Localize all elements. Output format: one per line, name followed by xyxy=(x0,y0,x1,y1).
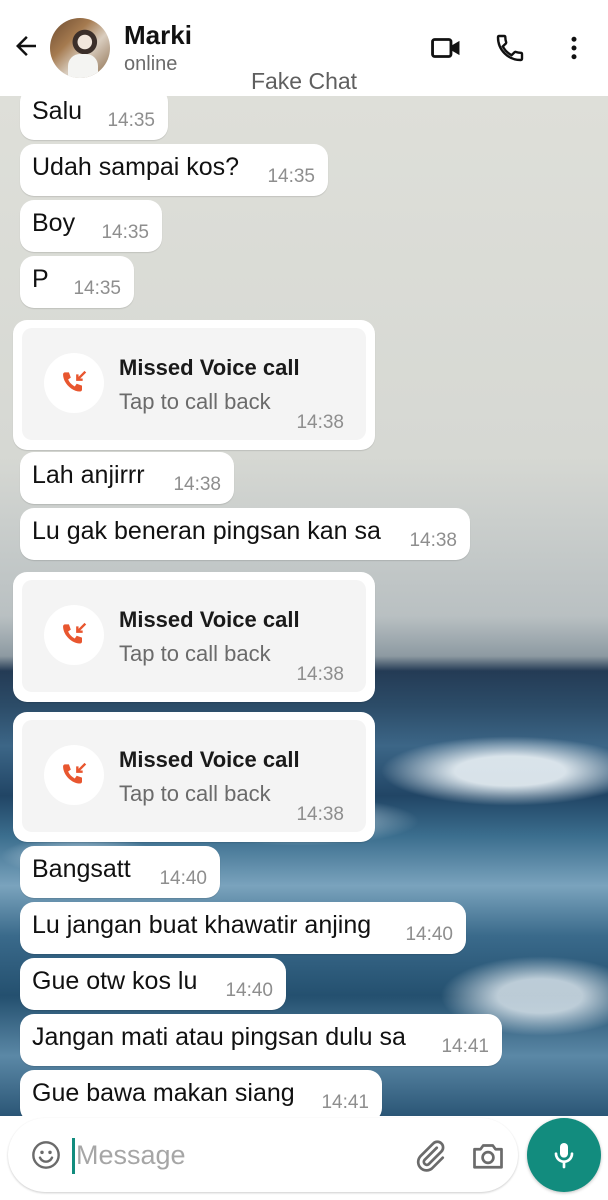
message-time: 14:40 xyxy=(405,924,453,945)
missed-call-body: Missed Voice call Tap to call back 14:38 xyxy=(22,328,366,440)
video-call-button[interactable] xyxy=(428,30,464,66)
voice-message-button[interactable] xyxy=(527,1118,601,1192)
message-time: 14:35 xyxy=(107,110,155,131)
missed-call-card[interactable]: Missed Voice call Tap to call back 14:38 xyxy=(13,572,375,702)
message-bubble[interactable]: Udah sampai kos? 14:35 xyxy=(20,144,328,196)
message-text: Lah anjirrr xyxy=(32,461,145,489)
contact-name[interactable]: Marki xyxy=(124,20,192,51)
chat-area[interactable]: Salu 14:35 Udah sampai kos? 14:35 Boy 14… xyxy=(0,96,608,1116)
message-time: 14:41 xyxy=(441,1036,489,1057)
message-bubble[interactable]: Lu jangan buat khawatir anjing 14:40 xyxy=(20,902,466,954)
message-bubble[interactable]: Bangsatt 14:40 xyxy=(20,846,220,898)
message-time: 14:38 xyxy=(296,664,344,685)
more-vertical-icon xyxy=(571,36,577,60)
message-text: Gue otw kos lu xyxy=(32,967,198,995)
message-time: 14:35 xyxy=(73,278,121,299)
missed-call-title: Missed Voice call xyxy=(119,607,300,632)
message-bubble[interactable]: P 14:35 xyxy=(20,256,134,308)
message-time: 14:35 xyxy=(101,222,149,243)
message-text: Bangsatt xyxy=(32,855,131,883)
message-bubble[interactable]: Salu 14:35 xyxy=(20,96,168,140)
arrow-left-icon xyxy=(16,36,36,56)
message-time: 14:35 xyxy=(267,166,315,187)
tap-to-call-back[interactable]: Tap to call back xyxy=(119,389,271,415)
message-bubble[interactable]: Gue otw kos lu 14:40 xyxy=(20,958,286,1010)
paperclip-icon[interactable] xyxy=(412,1138,448,1174)
message-time: 14:40 xyxy=(159,868,207,889)
camera-icon[interactable] xyxy=(470,1138,506,1174)
message-text: P xyxy=(32,265,49,293)
wallpaper-wave xyxy=(380,736,608,806)
missed-call-icon xyxy=(63,370,87,392)
video-camera-icon xyxy=(431,38,460,58)
microphone-icon xyxy=(554,1143,574,1169)
watermark-text: Fake Chat xyxy=(250,68,358,94)
tap-to-call-back[interactable]: Tap to call back xyxy=(119,641,271,667)
missed-call-icon-wrap xyxy=(44,353,104,413)
message-time: 14:38 xyxy=(296,412,344,433)
tap-to-call-back[interactable]: Tap to call back xyxy=(119,781,271,807)
voice-call-button[interactable] xyxy=(492,30,528,66)
missed-call-body: Missed Voice call Tap to call back 14:38 xyxy=(22,580,366,692)
missed-call-card[interactable]: Missed Voice call Tap to call back 14:38 xyxy=(13,320,375,450)
missed-call-card[interactable]: Missed Voice call Tap to call back 14:38 xyxy=(13,712,375,842)
message-text: Gue bawa makan siang xyxy=(32,1079,295,1107)
missed-call-title: Missed Voice call xyxy=(119,355,300,380)
message-time: 14:38 xyxy=(409,530,457,551)
message-text: Udah sampai kos? xyxy=(32,153,240,181)
message-time: 14:38 xyxy=(173,474,221,495)
missed-call-icon-wrap xyxy=(44,605,104,665)
phone-icon xyxy=(496,34,524,62)
composer-box[interactable] xyxy=(8,1118,518,1192)
missed-call-body: Missed Voice call Tap to call back 14:38 xyxy=(22,720,366,832)
more-options-button[interactable] xyxy=(556,30,592,66)
message-text: Boy xyxy=(32,209,76,237)
message-bubble[interactable]: Lu gak beneran pingsan kan sa 14:38 xyxy=(20,508,470,560)
message-text: Lu gak beneran pingsan kan sa xyxy=(32,517,381,545)
message-bubble[interactable]: Lah anjirrr 14:38 xyxy=(20,452,234,504)
message-time: 14:40 xyxy=(225,980,273,1001)
composer-bar xyxy=(0,1116,608,1200)
missed-call-icon xyxy=(63,622,87,644)
message-bubble[interactable]: Jangan mati atau pingsan dulu sa 14:41 xyxy=(20,1014,502,1066)
message-time: 14:41 xyxy=(321,1092,369,1113)
emoji-icon[interactable] xyxy=(30,1139,62,1171)
text-cursor xyxy=(72,1138,75,1174)
message-text: Lu jangan buat khawatir anjing xyxy=(32,911,372,939)
message-bubble[interactable]: Boy 14:35 xyxy=(20,200,162,252)
message-text: Salu xyxy=(32,97,83,125)
message-input[interactable] xyxy=(76,1130,396,1180)
missed-call-title: Missed Voice call xyxy=(119,747,300,772)
missed-call-icon-wrap xyxy=(44,745,104,805)
back-button[interactable] xyxy=(8,28,44,64)
message-bubble[interactable]: Gue bawa makan siang 14:41 xyxy=(20,1070,382,1116)
message-text: Jangan mati atau pingsan dulu sa xyxy=(32,1023,406,1051)
message-time: 14:38 xyxy=(296,804,344,825)
missed-call-icon xyxy=(63,762,87,784)
